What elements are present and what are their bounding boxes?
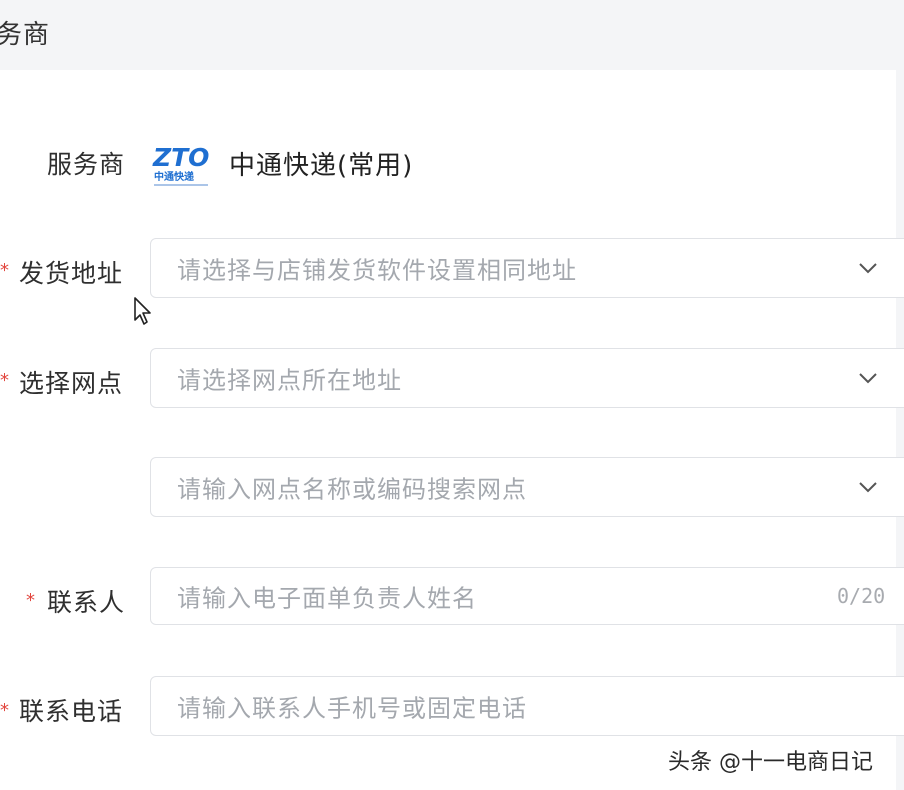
chevron-down-icon xyxy=(859,373,877,384)
contact-input[interactable]: 请输入电子面单负责人姓名 0/20 xyxy=(150,567,904,625)
outlet-label: 选择网点 xyxy=(19,369,124,398)
section-header: 务商 xyxy=(0,0,896,70)
required-mark: * xyxy=(0,260,9,281)
phone-placeholder: 请输入联系人手机号或固定电话 xyxy=(177,694,527,723)
contact-label: 联系人 xyxy=(47,588,126,617)
required-mark: * xyxy=(0,700,9,721)
provider-name: 中通快递(常用) xyxy=(229,151,414,181)
phone-input[interactable]: 请输入联系人手机号或固定电话 xyxy=(150,676,904,736)
ship-address-select[interactable]: 请选择与店铺发货软件设置相同地址 xyxy=(150,238,904,298)
char-counter: 0/20 xyxy=(837,584,886,608)
required-mark: * xyxy=(0,370,9,391)
logo-subtext: 中通快递 xyxy=(154,170,194,183)
ship-address-label: 发货地址 xyxy=(19,259,124,288)
chevron-down-icon xyxy=(859,263,877,274)
contact-placeholder: 请输入电子面单负责人姓名 xyxy=(177,584,477,613)
ship-address-placeholder: 请选择与店铺发货软件设置相同地址 xyxy=(177,256,577,285)
provider-label: 服务商 xyxy=(47,150,126,179)
outlet-search-placeholder: 请输入网点名称或编码搜索网点 xyxy=(177,475,527,504)
outlet-search-select[interactable]: 请输入网点名称或编码搜索网点 xyxy=(150,457,904,517)
zto-logo-icon: ZTO 中通快递 xyxy=(152,143,209,186)
watermark: 头条 @十一电商日记 xyxy=(668,750,873,775)
required-mark: * xyxy=(26,590,35,611)
mouse-cursor-icon xyxy=(134,297,151,325)
section-title: 务商 xyxy=(0,20,51,50)
outlet-placeholder: 请选择网点所在地址 xyxy=(177,366,402,395)
outlet-select[interactable]: 请选择网点所在地址 xyxy=(150,348,904,408)
phone-label: 联系电话 xyxy=(19,697,124,726)
chevron-down-icon xyxy=(859,482,877,493)
logo-text: ZTO xyxy=(152,143,209,172)
